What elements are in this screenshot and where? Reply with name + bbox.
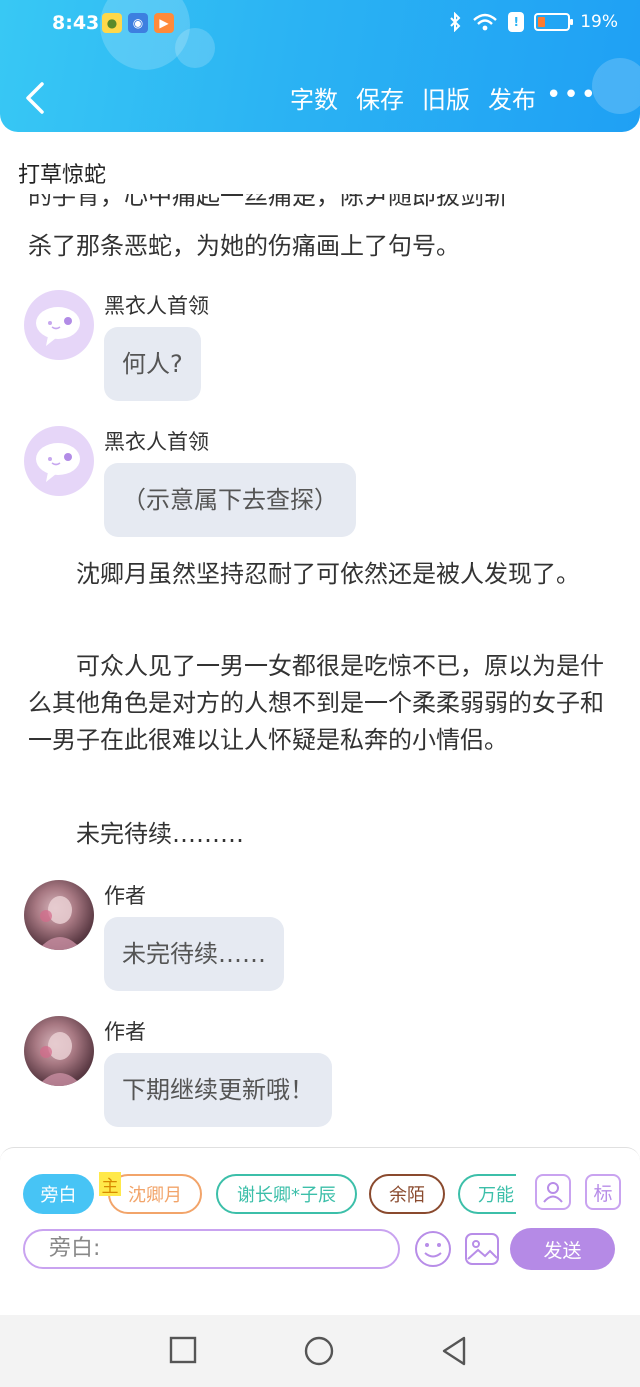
- back-icon[interactable]: [440, 1335, 470, 1367]
- portrait-image-icon: [38, 1032, 82, 1086]
- speaker-name: 作者: [104, 884, 146, 908]
- role-chip-narration[interactable]: 旁白: [23, 1174, 94, 1214]
- recent-apps-icon[interactable]: [168, 1335, 198, 1365]
- send-button[interactable]: 发送: [510, 1228, 615, 1270]
- bluetooth-icon: [450, 12, 461, 32]
- role-chip-universal[interactable]: 万能: [458, 1174, 516, 1214]
- partial-text-line: 的手背，心中痛起一丝痛楚，陈尹随即拔剑斩: [28, 194, 508, 210]
- wifi-icon: [473, 13, 498, 31]
- author-avatar[interactable]: [24, 1016, 94, 1086]
- battery-icon: [534, 13, 574, 31]
- compose-panel: 旁白 沈卿月 主 谢长卿*子辰 余陌 万能 标 旁白: 发送: [0, 1147, 640, 1315]
- chat-bubble-avatar-icon: [36, 307, 80, 346]
- message-bubble[interactable]: 下期继续更新哦！: [104, 1053, 332, 1127]
- nav-actions: 字数 保存 旧版 发布: [290, 80, 536, 115]
- story-content: 的手背，心中痛起一丝痛楚，陈尹随即拔剑斩 杀了那条恶蛇，为她的伤痛画上了句号。 …: [0, 190, 640, 1140]
- emoji-icon[interactable]: [413, 1229, 453, 1269]
- notification-icons: ● ◉ ▶: [102, 13, 174, 33]
- author-avatar[interactable]: [24, 880, 94, 950]
- role-chip-xie-changqing[interactable]: 谢长卿*子辰: [216, 1174, 357, 1214]
- message-bubble[interactable]: 何人?: [104, 327, 201, 401]
- paragraph: 沈卿月虽然坚持忍耐了可依然还是被人发现了。: [28, 560, 580, 588]
- speaker-name: 黑衣人首领: [104, 294, 209, 318]
- paragraph: 杀了那条恶蛇，为她的伤痛画上了句号。: [28, 232, 460, 260]
- publish-button[interactable]: 发布: [488, 80, 536, 115]
- person-icon: [543, 1182, 563, 1203]
- system-status: ! 19%: [448, 12, 618, 32]
- status-time: 8:43: [52, 12, 100, 34]
- message-bubble[interactable]: （示意属下去查探）: [104, 463, 356, 537]
- chat-bubble-avatar-icon: [36, 443, 80, 482]
- old-version-button[interactable]: 旧版: [422, 80, 470, 115]
- speaker-name: 黑衣人首领: [104, 430, 209, 454]
- back-arrow-icon[interactable]: [20, 78, 50, 118]
- image-icon[interactable]: [462, 1229, 502, 1269]
- message-bubble[interactable]: 未完待续……: [104, 917, 284, 991]
- portrait-image-icon: [38, 896, 82, 950]
- more-options-button[interactable]: •••: [546, 80, 598, 110]
- chapter-title: 打草惊蛇: [18, 163, 107, 188]
- role-chip-yu-mo[interactable]: 余陌: [369, 1174, 445, 1214]
- nav-bar: 字数 保存 旧版 发布 •••: [0, 72, 640, 122]
- message-input[interactable]: 旁白:: [23, 1229, 400, 1269]
- home-icon[interactable]: [303, 1335, 335, 1367]
- app-header: 8:43 ● ◉ ▶ ! 19% 字数 保存 旧版 发布 •••: [0, 0, 640, 132]
- role-manage-icon[interactable]: [535, 1174, 571, 1210]
- avatar[interactable]: [24, 290, 94, 360]
- save-button[interactable]: 保存: [356, 80, 404, 115]
- system-nav-bar: [0, 1315, 640, 1387]
- avatar[interactable]: [24, 426, 94, 496]
- host-tag: 主: [99, 1172, 121, 1197]
- paragraph: 未完待续………: [28, 820, 244, 848]
- status-bar: 8:43 ● ◉ ▶ ! 19%: [0, 0, 640, 50]
- speaker-name: 作者: [104, 1020, 146, 1044]
- word-count-button[interactable]: 字数: [290, 80, 338, 115]
- mark-button[interactable]: 标: [585, 1174, 621, 1210]
- battery-percent: 19%: [580, 12, 618, 32]
- alert-icon: !: [508, 12, 525, 32]
- wechat-icon: ●: [102, 13, 122, 33]
- browser-icon: ◉: [128, 13, 148, 33]
- paragraph: 可众人见了一男一女都很是吃惊不已，原以为是什么其他角色是对方的人想不到是一个柔柔…: [28, 652, 604, 754]
- role-chip-shen-qingyue[interactable]: 沈卿月: [108, 1174, 202, 1214]
- video-app-icon: ▶: [154, 13, 174, 33]
